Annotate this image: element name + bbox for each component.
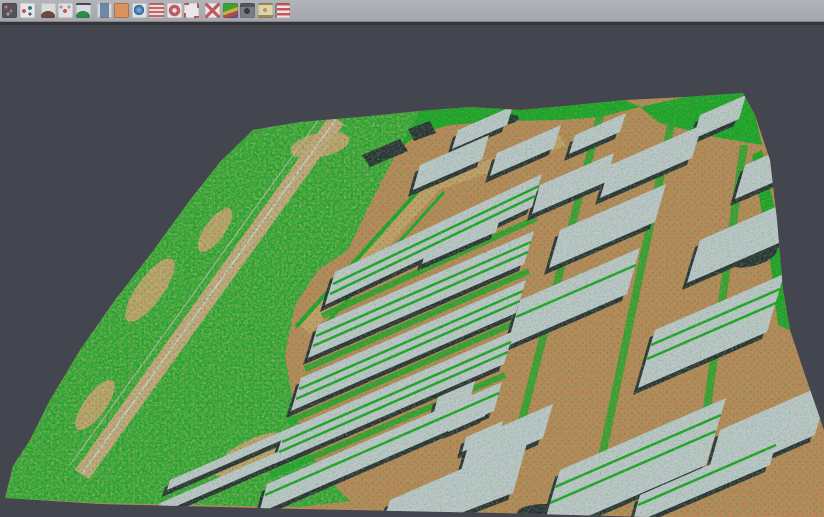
- elevation-levels-icon[interactable]: [149, 3, 164, 18]
- dtm-terrain-icon[interactable]: [41, 3, 56, 18]
- ground-points-icon[interactable]: [58, 3, 73, 18]
- selection-brackets-icon[interactable]: [184, 3, 199, 18]
- flag-stripes-icon[interactable]: [275, 3, 290, 18]
- toolbar-group-4: [205, 3, 290, 18]
- delete-cross-icon[interactable]: [205, 3, 220, 18]
- profile-view-icon[interactable]: [97, 3, 112, 18]
- point-cloud-render: [0, 25, 824, 517]
- toolbar-group-1: [2, 3, 35, 18]
- toolbar-group-3: [97, 3, 200, 18]
- hourglass-icon[interactable]: [258, 3, 273, 18]
- 3d-viewport[interactable]: [0, 22, 824, 517]
- point-cloud-icon[interactable]: [2, 3, 17, 18]
- classification-colors-icon[interactable]: [223, 3, 238, 18]
- camera-icon[interactable]: [240, 3, 255, 18]
- point-cloud-surface: [0, 85, 824, 517]
- toolbar-group-2: [41, 3, 91, 18]
- registration-points-icon[interactable]: [20, 3, 35, 18]
- ortho-image-icon[interactable]: [114, 3, 129, 18]
- dsm-terrain-icon[interactable]: [76, 3, 91, 18]
- main-toolbar: [0, 0, 824, 22]
- target-ring-icon[interactable]: [167, 3, 182, 18]
- sphere-render-icon[interactable]: [132, 3, 147, 18]
